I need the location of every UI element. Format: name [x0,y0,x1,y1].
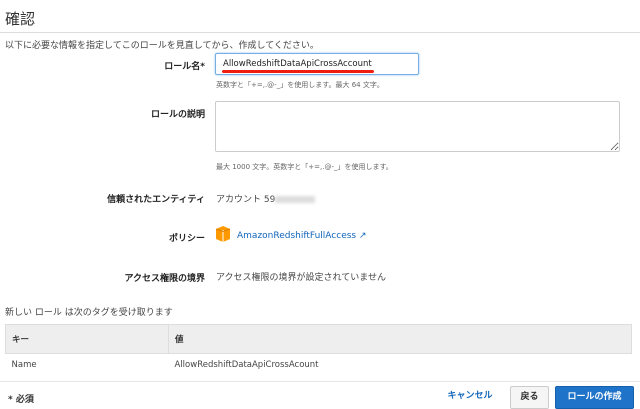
page-title: 確認 [5,10,36,28]
account-text: アカウント 59 [216,195,276,205]
policy-label: ポリシー [168,234,205,244]
footer-divider [0,381,640,382]
role-description-hint: 最大 1000 文字。英数字と「+=,.@-_」を使用します。 [216,163,393,171]
trusted-entity-value: アカウント 59 [216,192,316,205]
highlight-underline [222,70,374,73]
role-description-label: ロールの説明 [150,110,205,120]
tags-table: キー値 Name AllowRedshiftDataApiCrossAcount [5,324,632,376]
role-description-input[interactable] [215,101,620,152]
header-key: キー [5,324,169,354]
tags-caption: 新しい ロール は次のタグを受け取ります [5,308,173,318]
policy-link[interactable]: AmazonRedshiftFullAccess ↗ [237,231,367,241]
policy-link-text[interactable]: AmazonRedshiftFullAccess [237,231,356,241]
header-value: 値 [168,324,632,354]
external-link-icon: ↗ [358,231,367,241]
tag-key: Name [11,360,37,370]
role-name-label: ロール名* [164,62,205,72]
role-name-hint: 英数字と「+=,.@-_」を使用します。最大 64 文字。 [216,81,384,89]
boundary-label: アクセス権限の境界 [124,274,205,284]
boundary-value: アクセス権限の境界が設定されていません [216,273,387,283]
trusted-entity-label: 信頼されたエンティティ [107,195,205,205]
tag-value: AllowRedshiftDataApiCrossAcount [174,360,319,370]
required-note: * 必須 [8,395,34,405]
redacted-account-id [275,196,316,203]
cancel-button[interactable]: キャンセル [444,386,496,407]
intro-text: 以下に必要な情報を指定してこのロールを見直してから、作成してください。 [5,41,319,51]
table-header: キー値 [5,324,632,354]
divider [0,32,640,33]
back-button[interactable]: 戻る [510,386,549,409]
aws-box-icon [215,226,231,245]
table-row: Name AllowRedshiftDataApiCrossAcount [6,354,632,377]
create-role-button[interactable]: ロールの作成 [555,386,634,409]
